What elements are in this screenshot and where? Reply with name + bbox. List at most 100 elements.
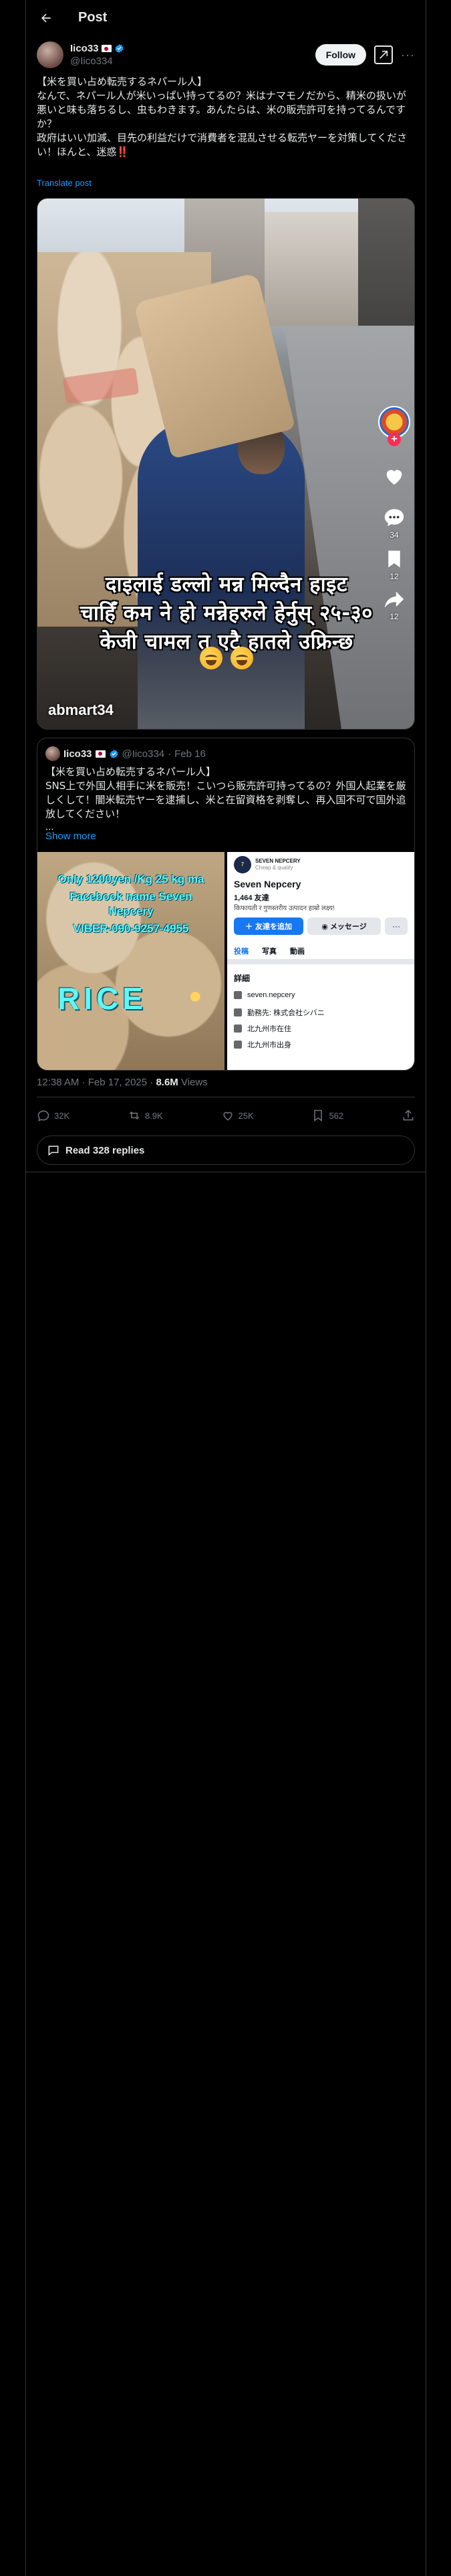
video-player[interactable]: दाइलाई डल्लो मन्न मिल्दैन हाइट चाहिँ कम … — [37, 198, 415, 730]
rofl-emoji-icon — [200, 647, 222, 669]
avatar — [45, 746, 60, 761]
share-button[interactable] — [402, 1109, 415, 1122]
timeline-column: Post Iico33 @Iico334 Follow ··· 【米を買い占め転… — [25, 0, 426, 2576]
fb-detail-row: 北九州市出身 — [234, 1039, 291, 1050]
like-count: 25K — [238, 1110, 254, 1121]
repost-button[interactable]: 8.9K — [128, 1109, 163, 1122]
quoted-author-handle: @Iico334 — [122, 748, 165, 760]
fb-message-button: ◉ メッセージ — [307, 918, 381, 935]
more-options-icon[interactable]: ··· — [401, 48, 415, 62]
fb-tab-videos: 動画 — [290, 948, 305, 956]
reply-icon — [37, 1110, 49, 1121]
reply-button[interactable]: 32K — [37, 1109, 69, 1122]
person-add-icon: ＋ — [245, 923, 253, 931]
ad-price-text: Only 1200yen /Kg 25 kg ma — [57, 873, 204, 885]
post-line-3: 政府はいい加減、目先の利益だけで消費者を混乱させる転売ヤーを対策してください！ほ… — [37, 132, 408, 158]
share-icon[interactable]: 12 — [375, 588, 413, 621]
top-bar: Post — [26, 0, 426, 35]
heart-icon[interactable] — [375, 465, 413, 489]
japan-flag-icon — [101, 45, 112, 52]
fb-friends-count: 1,464 友達 — [234, 894, 269, 902]
post-time[interactable]: 12:38 AM · Feb 17, 2025 · — [37, 1077, 156, 1088]
fb-logo-title: SEVEN NEPCERY — [255, 858, 301, 864]
quoted-line-2: SNS上で外国人相手に米を販売！こいつら販売許可持ってるの？外国人起業を厳しくし… — [45, 780, 406, 820]
fb-tabs: 投稿 写真 動画 — [234, 946, 305, 960]
home-icon — [234, 1025, 242, 1033]
comment-icon[interactable]: 34 — [375, 506, 413, 540]
video-watermark: abmart34 — [48, 702, 114, 718]
fb-add-friend-button: ＋友達を追加 — [234, 918, 303, 935]
fb-header: 7 SEVEN NEPCERY Cheap & quality — [234, 856, 301, 873]
laughing-emoji-row — [37, 647, 414, 675]
rice-ad-image[interactable]: Only 1200yen /Kg 25 kg ma Facebook name … — [37, 852, 224, 1070]
chat-bubble-icon — [48, 1146, 59, 1156]
japan-flag-icon — [95, 750, 106, 758]
quoted-post-date: Feb 16 — [174, 748, 206, 760]
shares-count: 12 — [390, 612, 399, 621]
like-icon — [222, 1111, 233, 1121]
bookmark-icon[interactable]: 12 — [375, 548, 413, 581]
back-arrow-icon[interactable] — [37, 9, 55, 27]
post-timestamp: 12:38 AM · Feb 17, 2025 · 8.6M Views — [37, 1077, 208, 1088]
author-row: Iico33 @Iico334 Follow ··· — [37, 40, 415, 70]
fb-detail-row: seven.nepcery — [234, 991, 295, 999]
bookmark-button[interactable]: 562 — [311, 1109, 343, 1122]
fb-message-label: メッセージ — [329, 923, 367, 931]
author-handle[interactable]: @Iico334 — [70, 56, 124, 67]
dot-separator: · — [168, 748, 172, 760]
fb-add-friend-label: 友達を追加 — [255, 923, 292, 931]
fb-tab-posts: 投稿 — [234, 946, 249, 960]
seven-nepcery-logo: 7 — [234, 856, 251, 873]
views-label: Views — [178, 1077, 208, 1088]
bookmarks-count: 12 — [390, 572, 399, 581]
quoted-post-header: Iico33 @Iico334 · Feb 16 — [45, 746, 206, 761]
follow-button[interactable]: Follow — [315, 44, 367, 66]
fb-detail-text: 北九州市出身 — [247, 1041, 291, 1049]
ad-viber-text: VIBER-090-9257-4955 — [73, 922, 189, 935]
show-more-link[interactable]: Show more — [45, 831, 96, 842]
quoted-post[interactable]: Iico33 @Iico334 · Feb 16 【米を買い占め転売するネパール… — [37, 738, 415, 1071]
double-exclamation-icon: ‼️ — [116, 146, 130, 158]
tiktok-icon — [234, 991, 242, 999]
quoted-line-1: 【米を買い占め転売するネパール人】 — [45, 766, 216, 778]
post-actions: 32K 8.9K 25K 562 — [37, 1101, 415, 1130]
author-names: Iico33 @Iico334 — [70, 43, 124, 67]
bookmark-icon — [314, 1109, 323, 1121]
fb-divider — [227, 959, 414, 964]
verified-badge-icon — [109, 749, 118, 758]
comments-count: 34 — [390, 530, 399, 540]
fb-logo-text: SEVEN NEPCERY Cheap & quality — [255, 858, 301, 871]
messenger-icon: ◉ — [321, 922, 330, 931]
read-replies-button[interactable]: Read 328 replies — [37, 1136, 415, 1165]
facebook-profile-screenshot[interactable]: 7 SEVEN NEPCERY Cheap & quality Seven Ne… — [227, 852, 414, 1070]
reply-count: 32K — [54, 1110, 70, 1121]
bookmark-count: 562 — [329, 1110, 344, 1121]
ad-facebook-name: Nepcery — [108, 905, 154, 918]
building — [265, 212, 358, 326]
quoted-author-name: Iico33 — [63, 748, 92, 760]
fb-detail-row: 北九州市在住 — [234, 1023, 291, 1034]
translate-post-link[interactable]: Translate post — [37, 178, 92, 188]
grok-icon[interactable] — [374, 45, 394, 64]
follow-plus-icon[interactable]: + — [388, 433, 401, 446]
repost-count: 8.9K — [144, 1110, 163, 1121]
avatar[interactable] — [37, 41, 63, 68]
location-icon — [234, 1041, 242, 1049]
rice-bowl-icon: ● — [188, 983, 202, 1008]
video-caption-line-1: दाइलाई डल्लो मन्न मिल्दैन हाइट — [106, 572, 347, 597]
upload-icon — [403, 1109, 414, 1121]
like-button[interactable]: 25K — [221, 1109, 254, 1122]
fb-tab-photos: 写真 — [262, 948, 277, 956]
repost-icon — [129, 1111, 140, 1120]
views-count: 8.6M — [156, 1077, 178, 1088]
fb-subtitle: किफायती र गुणस्तरीय उत्पादन हाम्रो लक्ष्… — [234, 905, 335, 912]
fb-detail-text: 北九州市在住 — [247, 1025, 291, 1033]
fb-logo-sub: Cheap & quality — [255, 865, 293, 871]
briefcase-icon — [234, 1008, 242, 1016]
fb-detail-text: 勤務先: 株式会社シバニ — [247, 1009, 325, 1017]
read-replies-label: Read 328 replies — [65, 1144, 145, 1156]
author-name[interactable]: Iico33 — [70, 43, 99, 54]
post-text: 【米を買い占め転売するネパール人】 なんで、ネパール人が米いっぱい持ってるの？米… — [37, 75, 415, 159]
post-line-1: 【米を買い占め転売するネパール人】 — [37, 76, 208, 88]
video-caption-line-2: चाहिँ कम ने हो मन्नेहरुले हेर्नुस् २५-३० — [80, 601, 373, 625]
